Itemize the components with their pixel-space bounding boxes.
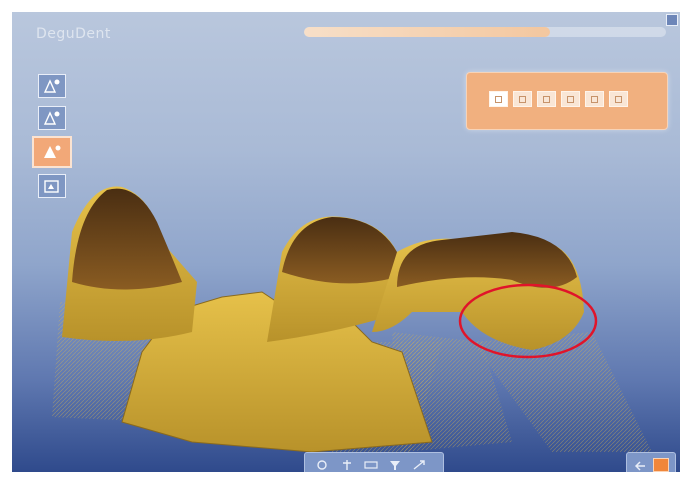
view-tool-4-icon[interactable] (38, 174, 66, 198)
back-icon[interactable] (633, 458, 649, 472)
app-title: DeguDent (36, 26, 111, 42)
corner-controls (626, 452, 676, 472)
zoom-icon[interactable] (315, 458, 331, 472)
view-tool-3-icon[interactable] (32, 136, 72, 168)
panel-button-5[interactable] (585, 91, 604, 107)
view-tool-1-icon[interactable] (38, 74, 66, 98)
view-tool-2-icon[interactable] (38, 106, 66, 130)
orange-stop-icon[interactable] (653, 458, 669, 472)
3d-viewport[interactable]: DeguDent (12, 12, 680, 472)
panel-button-1[interactable] (489, 91, 508, 107)
pin-icon[interactable] (339, 458, 355, 472)
view-panel (466, 72, 668, 130)
close-icon[interactable] (666, 14, 678, 26)
progress-fill (304, 27, 551, 37)
bottom-toolbar (304, 452, 444, 472)
resize-icon[interactable] (411, 458, 427, 472)
left-tooth (62, 186, 197, 341)
grid-icon[interactable] (363, 458, 379, 472)
panel-button-3[interactable] (537, 91, 556, 107)
application-frame: DeguDent (0, 0, 687, 482)
panel-button-2[interactable] (513, 91, 532, 107)
filter-icon[interactable] (387, 458, 403, 472)
panel-button-4[interactable] (561, 91, 580, 107)
panel-button-6[interactable] (609, 91, 628, 107)
progress-bar (304, 27, 666, 37)
right-tooth (372, 232, 584, 350)
